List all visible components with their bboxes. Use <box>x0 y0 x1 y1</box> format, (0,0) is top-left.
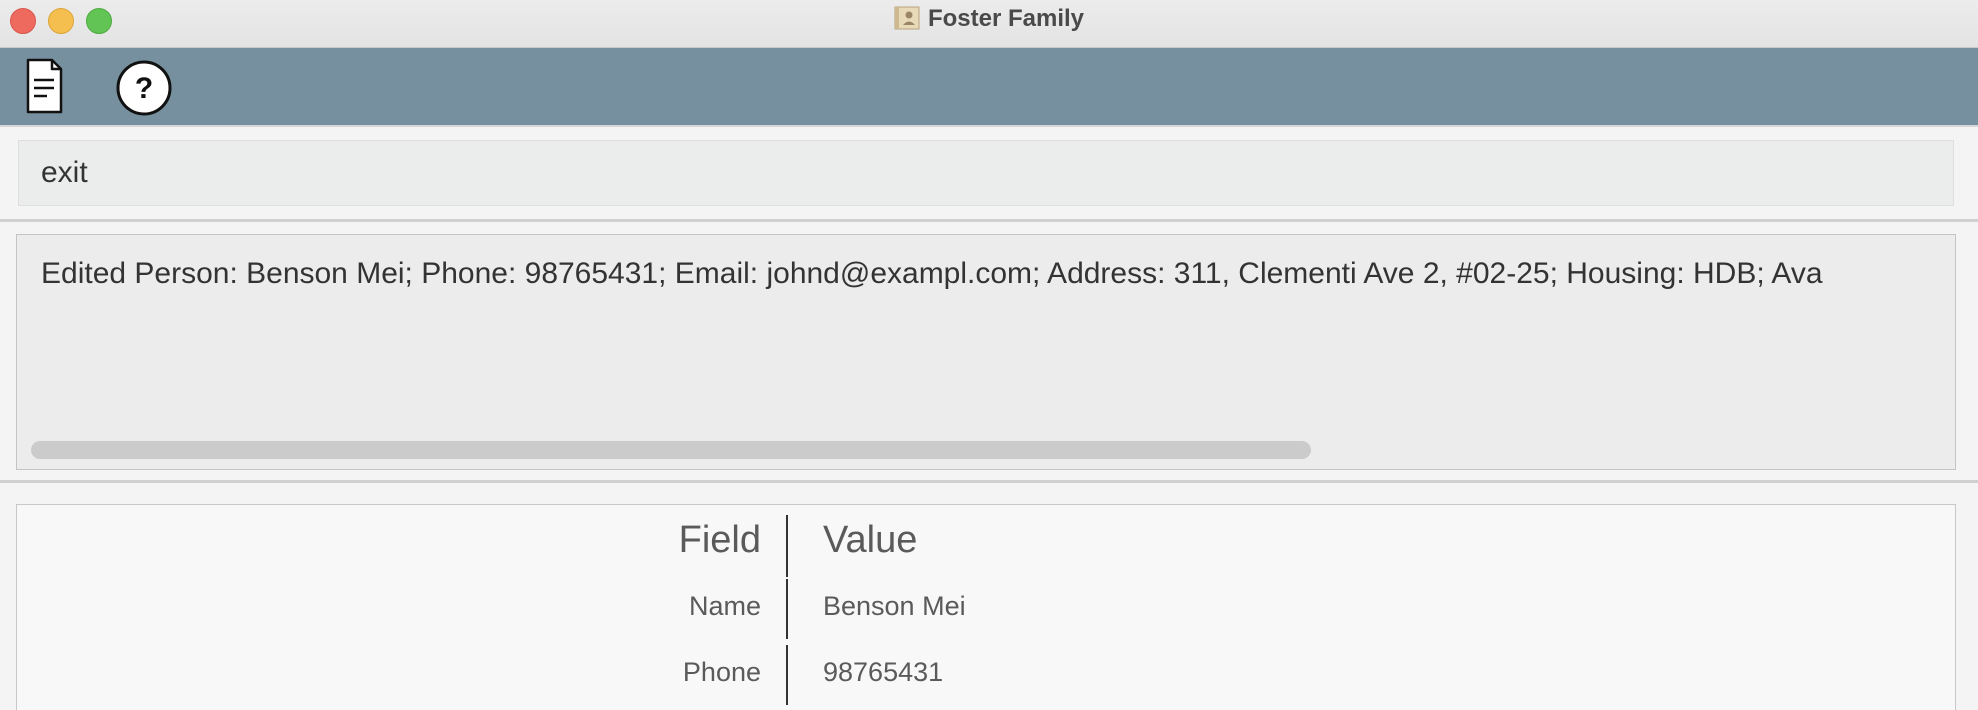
window-title: Foster Family <box>927 5 1085 32</box>
address-book-icon <box>894 6 920 30</box>
window-title-group: Foster Family <box>0 5 1978 33</box>
toolbar: ? <box>0 48 1978 127</box>
title-bar[interactable]: Foster Family <box>0 0 1978 48</box>
detail-pane: Field Value Name Benson Mei Phone 987654… <box>0 483 1978 710</box>
horizontal-scrollbar[interactable] <box>31 441 1311 459</box>
file-menu-button[interactable] <box>22 58 82 116</box>
result-message: Edited Person: Benson Mei; Phone: 987654… <box>41 257 1823 290</box>
column-divider <box>786 579 788 639</box>
result-display[interactable]: Edited Person: Benson Mei; Phone: 987654… <box>16 234 1956 470</box>
value-cell: 98765431 <box>823 657 944 687</box>
command-pane: exit <box>0 127 1978 222</box>
app-window: Foster Family ? exit Edited Person: Bens… <box>0 0 1978 710</box>
table-header-row: Field Value <box>17 511 1955 577</box>
svg-text:?: ? <box>135 72 153 105</box>
table-row[interactable]: Name Benson Mei <box>17 575 1955 639</box>
command-input[interactable]: exit <box>18 140 1954 206</box>
table-row[interactable]: Phone 98765431 <box>17 641 1955 705</box>
result-pane: Edited Person: Benson Mei; Phone: 987654… <box>0 222 1978 483</box>
value-column-header[interactable]: Value <box>823 519 917 562</box>
field-cell: Phone <box>682 657 761 687</box>
field-cell: Name <box>688 591 761 621</box>
detail-table: Field Value Name Benson Mei Phone 987654… <box>16 504 1956 710</box>
help-menu-button[interactable]: ? <box>114 58 174 116</box>
help-icon: ? <box>116 60 172 116</box>
column-divider[interactable] <box>786 515 788 577</box>
value-cell: Benson Mei <box>823 591 966 621</box>
column-divider <box>786 645 788 705</box>
field-column-header[interactable]: Field <box>17 519 761 562</box>
file-icon <box>26 58 63 114</box>
